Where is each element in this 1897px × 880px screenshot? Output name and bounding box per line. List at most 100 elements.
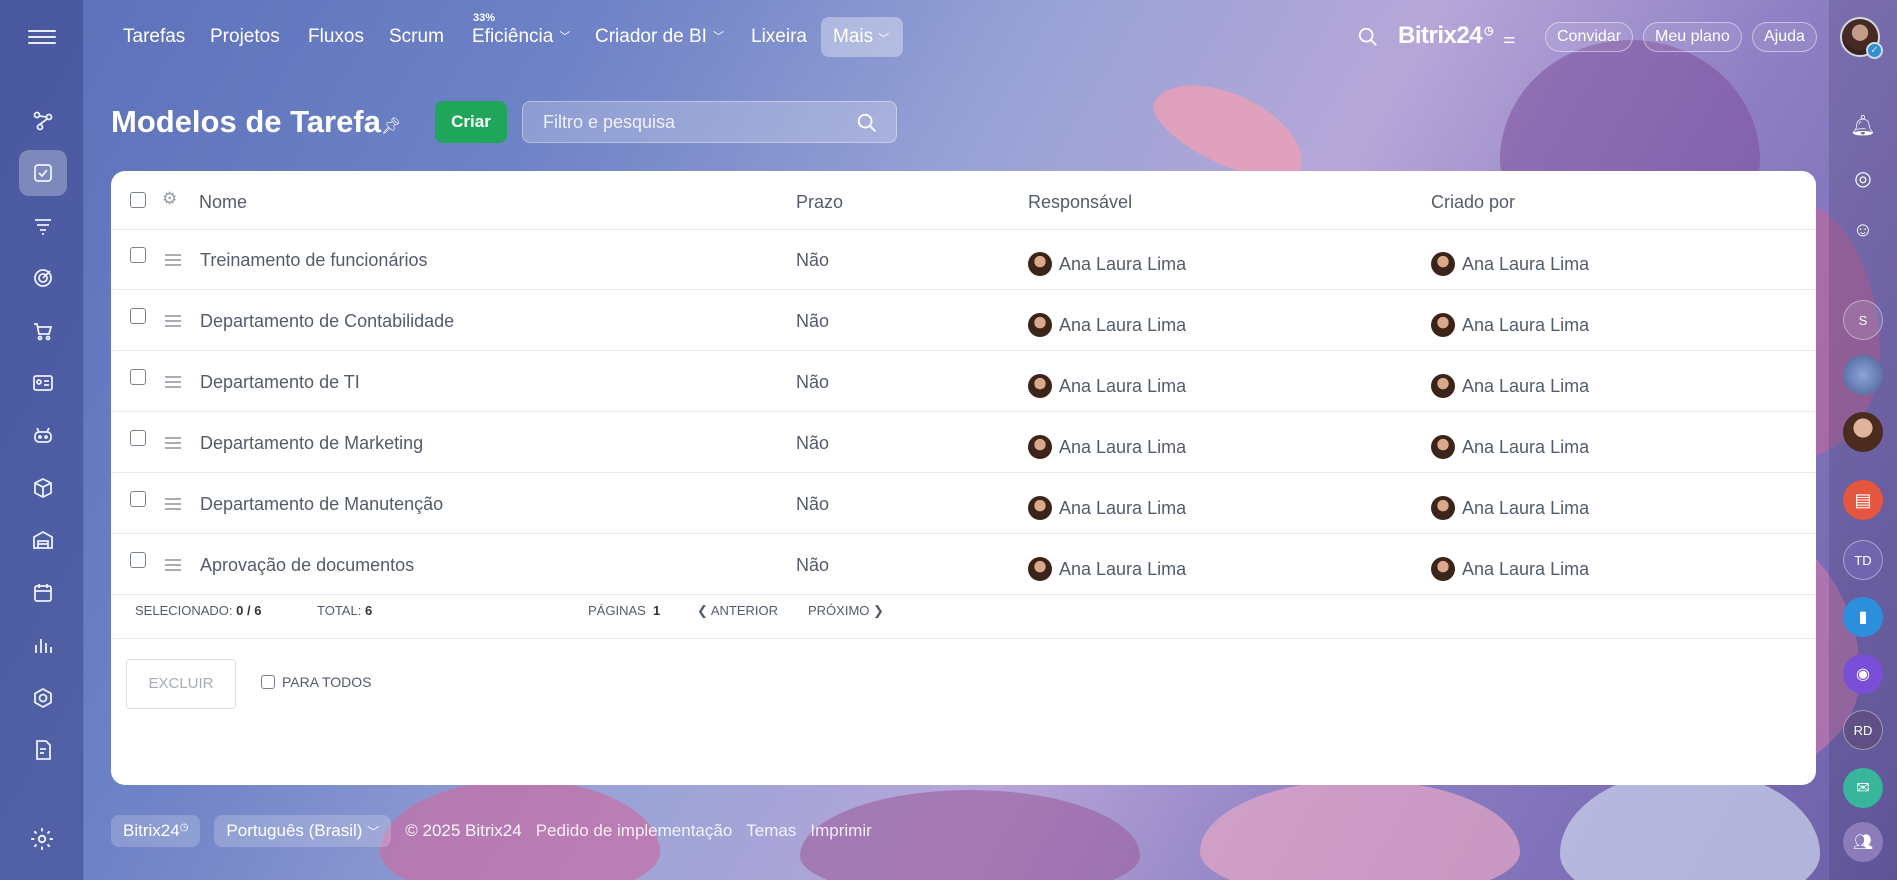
nav-fluxos[interactable]: Fluxos (308, 26, 364, 48)
contact-avatar-td[interactable]: TD (1843, 540, 1883, 580)
nav-scrum[interactable]: Scrum (389, 26, 444, 48)
column-deadline[interactable]: Prazo (796, 192, 843, 213)
for-all-checkbox[interactable] (261, 675, 275, 689)
menu-icon[interactable] (28, 26, 56, 48)
nav-eficiencia[interactable]: Eficiência ﹀ (472, 26, 570, 48)
inventory-icon[interactable] (19, 465, 67, 511)
row-checkbox[interactable] (130, 247, 146, 263)
nav-criador-bi[interactable]: Criador de BI ﹀ (595, 26, 724, 48)
next-page-button[interactable]: PRÓXIMO ❯ (808, 603, 884, 619)
search-icon[interactable] (1357, 26, 1379, 48)
copilot-icon[interactable]: ◎ (1843, 158, 1883, 198)
row-checkbox[interactable] (130, 491, 146, 507)
template-name[interactable]: Treinamento de funcionários (200, 250, 427, 271)
select-all-checkbox[interactable] (130, 192, 146, 208)
contact-avatar-rd[interactable]: RD (1843, 710, 1883, 750)
users-icon[interactable]: 👥︎ (1843, 822, 1883, 862)
responsible-user[interactable]: Ana Laura Lima (1028, 374, 1186, 398)
drag-handle-icon[interactable] (165, 559, 181, 574)
tasks-icon[interactable] (19, 150, 67, 196)
analytics-icon[interactable] (19, 622, 67, 668)
warehouse-icon[interactable] (19, 517, 67, 563)
invite-button[interactable]: Convidar (1545, 22, 1634, 52)
table-row[interactable]: Departamento de Contabilidade Não Ana La… (111, 291, 1816, 351)
column-responsible[interactable]: Responsável (1028, 192, 1132, 213)
marketing-icon[interactable] (19, 255, 67, 301)
bitrix24-footer-button[interactable]: Bitrix24◷ (111, 815, 201, 847)
pin-icon[interactable]: 📌︎ (381, 116, 401, 136)
search-input[interactable] (523, 102, 823, 142)
for-all-option[interactable]: PARA TODOS (261, 674, 371, 690)
table-row[interactable]: Departamento de TI Não Ana Laura Lima An… (111, 352, 1816, 412)
bookmark-icon[interactable]: ▮ (1843, 597, 1883, 637)
messages-icon[interactable]: ✉ (1843, 768, 1883, 808)
contact-avatar[interactable] (1843, 355, 1883, 395)
drag-handle-icon[interactable] (165, 498, 181, 513)
contact-avatar-s[interactable]: S (1843, 300, 1883, 340)
prev-page-button[interactable]: ❮ ANTERIOR (697, 603, 778, 619)
language-selector[interactable]: Português (Brasil) ﹀ (214, 815, 392, 847)
chevron-down-icon: ﹀ (559, 31, 571, 43)
print-link[interactable]: Imprimir (810, 821, 871, 841)
filter-box[interactable] (522, 101, 897, 143)
template-name[interactable]: Departamento de Contabilidade (200, 311, 454, 332)
sliders-icon[interactable]: ⚌ (1503, 30, 1516, 46)
template-name[interactable]: Departamento de Marketing (200, 433, 423, 454)
implementation-link[interactable]: Pedido de implementação (536, 821, 733, 841)
drag-handle-icon[interactable] (165, 254, 181, 269)
delete-button[interactable]: EXCLUIR (126, 659, 236, 709)
responsible-user[interactable]: Ana Laura Lima (1028, 557, 1186, 581)
bell-icon[interactable]: 🔔︎ (1843, 105, 1883, 145)
themes-link[interactable]: Temas (746, 821, 796, 841)
help-button[interactable]: Ajuda (1752, 22, 1817, 52)
gear-icon[interactable]: ⚙ (162, 189, 177, 209)
row-checkbox[interactable] (130, 430, 146, 446)
activity-icon[interactable] (19, 98, 67, 144)
responsible-user[interactable]: Ana Laura Lima (1028, 313, 1186, 337)
table-row[interactable]: Departamento de Marketing Não Ana Laura … (111, 413, 1816, 473)
row-checkbox[interactable] (130, 552, 146, 568)
calendar-icon[interactable] (19, 570, 67, 616)
responsible-user[interactable]: Ana Laura Lima (1028, 252, 1186, 276)
template-name[interactable]: Aprovação de documentos (200, 555, 414, 576)
creator-user[interactable]: Ana Laura Lima (1431, 374, 1589, 398)
column-created-by[interactable]: Criado por (1431, 192, 1515, 213)
table-row[interactable]: Departamento de Manutenção Não Ana Laura… (111, 474, 1816, 534)
contact-avatar[interactable] (1843, 412, 1883, 452)
nav-tarefas[interactable]: Tarefas (123, 26, 185, 48)
responsible-user[interactable]: Ana Laura Lima (1028, 496, 1186, 520)
cart-icon[interactable] (19, 308, 67, 354)
drag-handle-icon[interactable] (165, 376, 181, 391)
template-name[interactable]: Departamento de TI (200, 372, 360, 393)
responsible-user[interactable]: Ana Laura Lima (1028, 435, 1186, 459)
column-name[interactable]: Nome (199, 192, 247, 213)
search-icon[interactable] (856, 112, 878, 134)
create-button[interactable]: Criar (435, 101, 507, 143)
crm-icon[interactable] (19, 203, 67, 249)
table-row[interactable]: Treinamento de funcionários Não Ana Laur… (111, 230, 1816, 290)
creator-user[interactable]: Ana Laura Lima (1431, 252, 1589, 276)
documents-icon[interactable] (19, 727, 67, 773)
pages-value[interactable]: 1 (653, 603, 660, 618)
drag-handle-icon[interactable] (165, 437, 181, 452)
creator-user[interactable]: Ana Laura Lima (1431, 557, 1589, 581)
nav-projetos[interactable]: Projetos (210, 26, 280, 48)
nav-lixeira[interactable]: Lixeira (751, 26, 807, 48)
contacts-card-icon[interactable]: ▤ (1843, 480, 1883, 520)
contacts-icon[interactable] (19, 360, 67, 406)
nav-mais[interactable]: Mais ﹀ (821, 17, 903, 57)
row-checkbox[interactable] (130, 369, 146, 385)
settings-icon[interactable] (29, 826, 55, 852)
row-checkbox[interactable] (130, 308, 146, 324)
chat-icon[interactable]: ☺ (1843, 210, 1883, 250)
creator-user[interactable]: Ana Laura Lima (1431, 313, 1589, 337)
sites-icon[interactable] (19, 675, 67, 721)
my-plan-button[interactable]: Meu plano (1643, 22, 1742, 52)
creator-user[interactable]: Ana Laura Lima (1431, 496, 1589, 520)
group-chat-icon[interactable]: ◉ (1843, 654, 1883, 694)
drag-handle-icon[interactable] (165, 315, 181, 330)
automation-icon[interactable] (19, 413, 67, 459)
creator-user[interactable]: Ana Laura Lima (1431, 435, 1589, 459)
template-name[interactable]: Departamento de Manutenção (200, 494, 443, 515)
creator-name: Ana Laura Lima (1462, 558, 1590, 579)
